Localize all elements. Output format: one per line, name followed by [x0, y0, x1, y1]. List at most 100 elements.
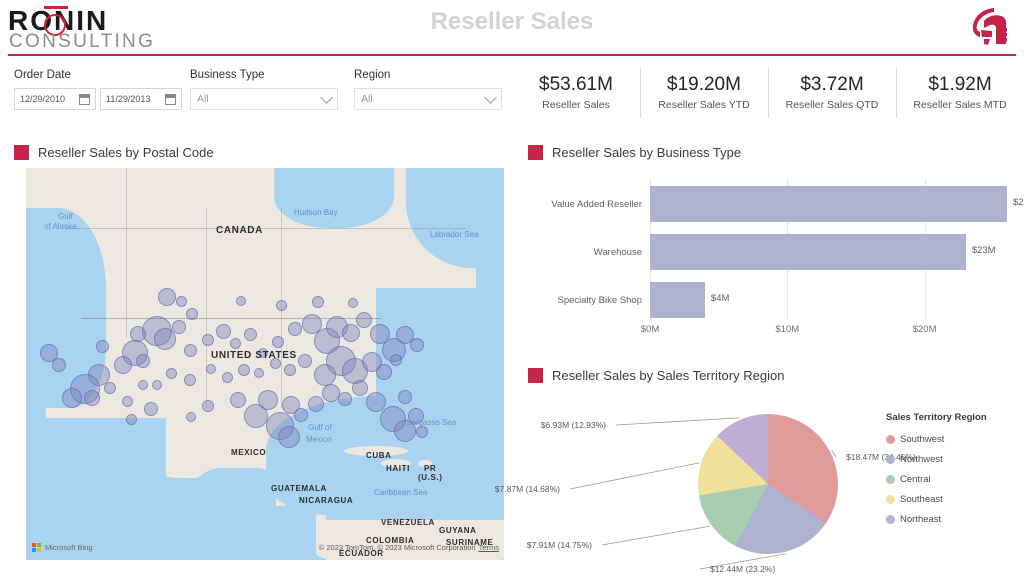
kpi-value: $53.61M: [539, 74, 613, 95]
map-bubble[interactable]: [172, 320, 186, 334]
business-type-dropdown[interactable]: All: [190, 88, 338, 110]
bar-fill[interactable]: [650, 186, 1007, 222]
map-bubble[interactable]: [338, 392, 352, 406]
bar-row[interactable]: Value Added Reseller $26M: [528, 186, 1024, 222]
map-bubble[interactable]: [298, 354, 312, 368]
legend-color-dot: [886, 514, 895, 524]
map-bubble[interactable]: [126, 414, 137, 425]
legend-label: Southeast: [900, 493, 943, 505]
bar-fill[interactable]: [650, 282, 705, 318]
map-bubble[interactable]: [206, 364, 216, 374]
bar-visual-title: Reseller Sales by Business Type: [528, 145, 741, 160]
map-bubble[interactable]: [352, 380, 368, 396]
map-bubble[interactable]: [390, 354, 402, 366]
map-bubble[interactable]: [104, 382, 116, 394]
map-bubble[interactable]: [184, 374, 196, 386]
map-bubble[interactable]: [288, 322, 302, 336]
legend-label: Northeast: [900, 513, 942, 525]
map-terms-link[interactable]: Terms: [479, 543, 499, 552]
map-bubble[interactable]: [230, 338, 241, 349]
map-bubble[interactable]: [122, 396, 133, 407]
map-bubble[interactable]: [202, 334, 214, 346]
legend-item[interactable]: Northeast: [886, 509, 987, 529]
map-bubble[interactable]: [276, 300, 287, 311]
map-bubble[interactable]: [416, 426, 428, 438]
legend-color-dot: [886, 474, 895, 484]
map-bubble[interactable]: [272, 336, 284, 348]
reseller-sales-by-business-type-chart[interactable]: $0M $10M $20M Value Added Reseller $26M Wareh…: [528, 172, 1024, 352]
map-bubble[interactable]: [348, 298, 358, 308]
map-bubble[interactable]: [186, 308, 198, 320]
pie-data-label: $7.91M (14.75%): [526, 540, 592, 550]
map-bubble[interactable]: [96, 340, 109, 353]
kpi-label: Reseller Sales MTD: [913, 99, 1007, 111]
order-date-start-input[interactable]: 12/29/2010: [14, 88, 96, 110]
legend-color-dot: [886, 454, 895, 464]
calendar-icon[interactable]: [79, 93, 90, 105]
map-bubble[interactable]: [254, 368, 264, 378]
map-copyright: © 2023 TomTom, © 2023 Microsoft Corporat…: [319, 543, 499, 552]
chevron-down-icon[interactable]: [484, 90, 497, 104]
map-bubble[interactable]: [398, 390, 412, 404]
reseller-sales-map[interactable]: Gulf of Alaska CANADA Hudson Bay Labrador Se…: [26, 168, 504, 560]
legend-item[interactable]: Southwest: [886, 429, 987, 449]
order-date-end-input[interactable]: 11/29/2013: [100, 88, 182, 110]
map-bubble[interactable]: [230, 392, 246, 408]
map-bubble[interactable]: [258, 390, 278, 410]
map-bubble[interactable]: [184, 344, 197, 357]
kpi-card[interactable]: $53.61M Reseller Sales: [512, 62, 640, 124]
map-bubble[interactable]: [244, 328, 257, 341]
legend-item[interactable]: Northwest: [886, 449, 987, 469]
map-bubble[interactable]: [166, 368, 177, 379]
map-bubble[interactable]: [176, 296, 187, 307]
map-label: MEXICO: [231, 448, 267, 457]
map-bubble[interactable]: [278, 426, 300, 448]
map-label: Sargasso Sea: [406, 418, 457, 427]
map-bubble[interactable]: [238, 364, 250, 376]
bar-row[interactable]: Specialty Bike Shop $4M: [528, 282, 1018, 318]
chevron-down-icon[interactable]: [320, 90, 333, 104]
title-accent-square-icon: [528, 368, 543, 383]
region-dropdown[interactable]: All: [354, 88, 502, 110]
region-value: All: [361, 93, 373, 105]
bar-value-label: $26M: [1013, 197, 1024, 208]
calendar-icon[interactable]: [165, 93, 176, 105]
map-bubble[interactable]: [342, 324, 360, 342]
map-bubble[interactable]: [236, 296, 246, 306]
bar-visual-title-text: Reseller Sales by Business Type: [552, 145, 742, 160]
business-type-label: Business Type: [190, 69, 265, 81]
map-bubble[interactable]: [144, 402, 158, 416]
map-bubble[interactable]: [294, 408, 308, 422]
map-bubble[interactable]: [284, 364, 296, 376]
map-bubble[interactable]: [410, 338, 424, 352]
map-bubble[interactable]: [376, 364, 392, 380]
reseller-sales-by-territory-chart[interactable]: $18.47M (34.45%) $12.44M (23.2%) $7.91M (1…: [495, 392, 1018, 576]
map-bubble[interactable]: [84, 390, 100, 406]
map-bubble[interactable]: [186, 412, 196, 422]
map-bubble[interactable]: [308, 396, 324, 412]
map-bubble[interactable]: [158, 288, 176, 306]
legend-item[interactable]: Central: [886, 469, 987, 489]
legend-item[interactable]: Southeast: [886, 489, 987, 509]
map-bubble[interactable]: [136, 354, 150, 368]
map-bubble[interactable]: [114, 356, 132, 374]
map-bubble[interactable]: [152, 380, 162, 390]
kpi-label: Reseller Sales QTD: [785, 99, 879, 111]
pie-graphic[interactable]: [698, 414, 838, 554]
map-bubble[interactable]: [138, 380, 148, 390]
kpi-card[interactable]: $3.72M Reseller Sales QTD: [768, 62, 896, 124]
map-bubble[interactable]: [62, 388, 82, 408]
bar-fill[interactable]: [650, 234, 966, 270]
bar-row[interactable]: Warehouse $23M: [528, 234, 1018, 270]
kpi-card[interactable]: $1.92M Reseller Sales MTD: [896, 62, 1024, 124]
map-bubble[interactable]: [314, 364, 336, 386]
map-bubble[interactable]: [222, 372, 233, 383]
map-bubble[interactable]: [202, 400, 214, 412]
header-divider: [8, 54, 1016, 56]
map-bubble[interactable]: [356, 312, 372, 328]
kpi-card[interactable]: $19.20M Reseller Sales YTD: [640, 62, 768, 124]
map-label: UNITED STATES: [211, 350, 297, 361]
map-bubble[interactable]: [40, 344, 58, 362]
map-bubble[interactable]: [216, 324, 231, 339]
map-bubble[interactable]: [312, 296, 324, 308]
